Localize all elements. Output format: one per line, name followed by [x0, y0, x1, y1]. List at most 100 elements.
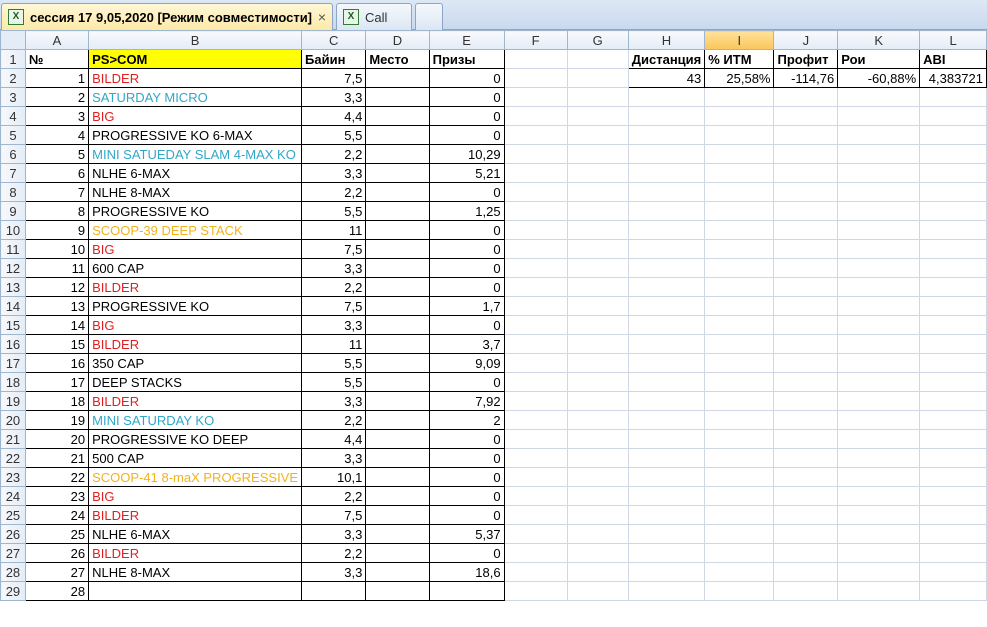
row-header-20[interactable]: 20	[0, 410, 26, 430]
cell-empty-k[interactable]	[837, 543, 921, 563]
cell-empty-j[interactable]	[773, 258, 839, 278]
row-header-4[interactable]: 4	[0, 106, 26, 126]
cell-place[interactable]	[365, 68, 430, 88]
cell-number[interactable]: 3	[24, 106, 90, 126]
column-header-e[interactable]: E	[428, 30, 505, 50]
cell-prize[interactable]	[428, 581, 505, 601]
cell-empty-i[interactable]	[704, 429, 775, 449]
cell-empty-h[interactable]	[627, 296, 706, 316]
cell-empty-j[interactable]	[773, 125, 839, 145]
cell-number[interactable]: 20	[24, 429, 90, 449]
cell-number[interactable]: 17	[24, 372, 90, 392]
cell-place[interactable]	[365, 125, 430, 145]
cell-prize[interactable]: 0	[428, 106, 505, 126]
cell-number[interactable]: 27	[24, 562, 90, 582]
cell-prize[interactable]: 5,21	[428, 163, 505, 183]
cell-place[interactable]	[365, 220, 430, 240]
cell-empty-k[interactable]	[837, 277, 921, 297]
cell-empty-j[interactable]	[773, 296, 839, 316]
cell-empty-j[interactable]	[773, 486, 839, 506]
column-header-a[interactable]: A	[24, 30, 90, 50]
cell-number[interactable]: 10	[24, 239, 90, 259]
cell-empty-f[interactable]	[503, 372, 568, 392]
cell-number[interactable]: 9	[24, 220, 90, 240]
cell-prize[interactable]: 5,37	[428, 524, 505, 544]
column-header-k[interactable]: K	[837, 30, 921, 50]
row-header-22[interactable]: 22	[0, 448, 26, 468]
cell-empty-g[interactable]	[566, 467, 629, 487]
row-header-7[interactable]: 7	[0, 163, 26, 183]
cell-empty-k[interactable]	[837, 448, 921, 468]
cell-tournament-name[interactable]: BIG	[88, 106, 303, 126]
cell-empty-i[interactable]	[704, 87, 775, 107]
cell-empty-k[interactable]	[837, 258, 921, 278]
cell-empty-k[interactable]	[837, 144, 921, 164]
cell-empty-l[interactable]	[919, 486, 987, 506]
cell-buyin[interactable]: 7,5	[301, 239, 367, 259]
cell-empty-h[interactable]	[627, 315, 706, 335]
cell-empty-h[interactable]	[627, 505, 706, 525]
row-header-26[interactable]: 26	[0, 524, 26, 544]
cell-empty-h[interactable]	[627, 201, 706, 221]
cell-empty-j[interactable]	[773, 163, 839, 183]
cell-empty-g[interactable]	[566, 391, 629, 411]
cell-tournament-name[interactable]: 350 CAP	[88, 353, 303, 373]
cell-empty-i[interactable]	[704, 220, 775, 240]
cell-prize[interactable]: 0	[428, 125, 505, 145]
cell-empty-f[interactable]	[503, 125, 568, 145]
cell-empty-j[interactable]	[773, 87, 839, 107]
tab-active-workbook[interactable]: X сессия 17 9,05,2020 [Режим совместимос…	[1, 3, 333, 30]
cell-f1[interactable]	[503, 49, 568, 69]
column-header-b[interactable]: B	[88, 30, 303, 50]
row-header-10[interactable]: 10	[0, 220, 26, 240]
cell-empty-g[interactable]	[566, 486, 629, 506]
cell-place[interactable]	[365, 524, 430, 544]
cell-tournament-name[interactable]: 600 CAP	[88, 258, 303, 278]
row-header-24[interactable]: 24	[0, 486, 26, 506]
cell-empty-i[interactable]	[704, 353, 775, 373]
cell-empty-i[interactable]	[704, 448, 775, 468]
cell-empty-g[interactable]	[566, 296, 629, 316]
cell-empty-k[interactable]	[837, 296, 921, 316]
cell-empty-i[interactable]	[704, 201, 775, 221]
cell-empty-i[interactable]	[704, 486, 775, 506]
cell-empty-f[interactable]	[503, 505, 568, 525]
cell-empty-h[interactable]	[627, 467, 706, 487]
cell-empty-h[interactable]	[627, 391, 706, 411]
cell-empty-f[interactable]	[503, 144, 568, 164]
cell-empty-j[interactable]	[773, 220, 839, 240]
cell-number[interactable]: 5	[24, 144, 90, 164]
cell-empty-j[interactable]	[773, 144, 839, 164]
cell-place[interactable]	[365, 429, 430, 449]
cell-place[interactable]	[365, 562, 430, 582]
cell-empty-g[interactable]	[566, 87, 629, 107]
cell-empty-g[interactable]	[566, 315, 629, 335]
column-header-j[interactable]: J	[773, 30, 839, 50]
cell-empty-j[interactable]	[773, 106, 839, 126]
cell-empty-g[interactable]	[566, 334, 629, 354]
row-header-9[interactable]: 9	[0, 201, 26, 221]
select-all-corner[interactable]	[0, 30, 26, 50]
cell-empty-k[interactable]	[837, 125, 921, 145]
cell-buyin[interactable]: 3,3	[301, 163, 367, 183]
row-header-1[interactable]: 1	[0, 49, 26, 69]
column-header-f[interactable]: F	[503, 30, 568, 50]
cell-empty-k[interactable]	[837, 410, 921, 430]
cell-empty-g[interactable]	[566, 182, 629, 202]
cell-tournament-name[interactable]: 500 CAP	[88, 448, 303, 468]
cell-empty-f[interactable]	[503, 258, 568, 278]
cell-prize[interactable]: 0	[428, 467, 505, 487]
cell-empty-l[interactable]	[919, 239, 987, 259]
cell-buyin[interactable]: 10,1	[301, 467, 367, 487]
cell-empty-l[interactable]	[919, 410, 987, 430]
cell-buyin[interactable]: 2,2	[301, 277, 367, 297]
cell-empty-g[interactable]	[566, 543, 629, 563]
cell-empty-g[interactable]	[566, 448, 629, 468]
cell-buyin[interactable]: 5,5	[301, 125, 367, 145]
cell-prize[interactable]: 10,29	[428, 144, 505, 164]
cell-empty-j[interactable]	[773, 277, 839, 297]
cell-buyin[interactable]: 2,2	[301, 410, 367, 430]
cell-place[interactable]	[365, 372, 430, 392]
row-header-14[interactable]: 14	[0, 296, 26, 316]
cell-place[interactable]	[365, 581, 430, 601]
